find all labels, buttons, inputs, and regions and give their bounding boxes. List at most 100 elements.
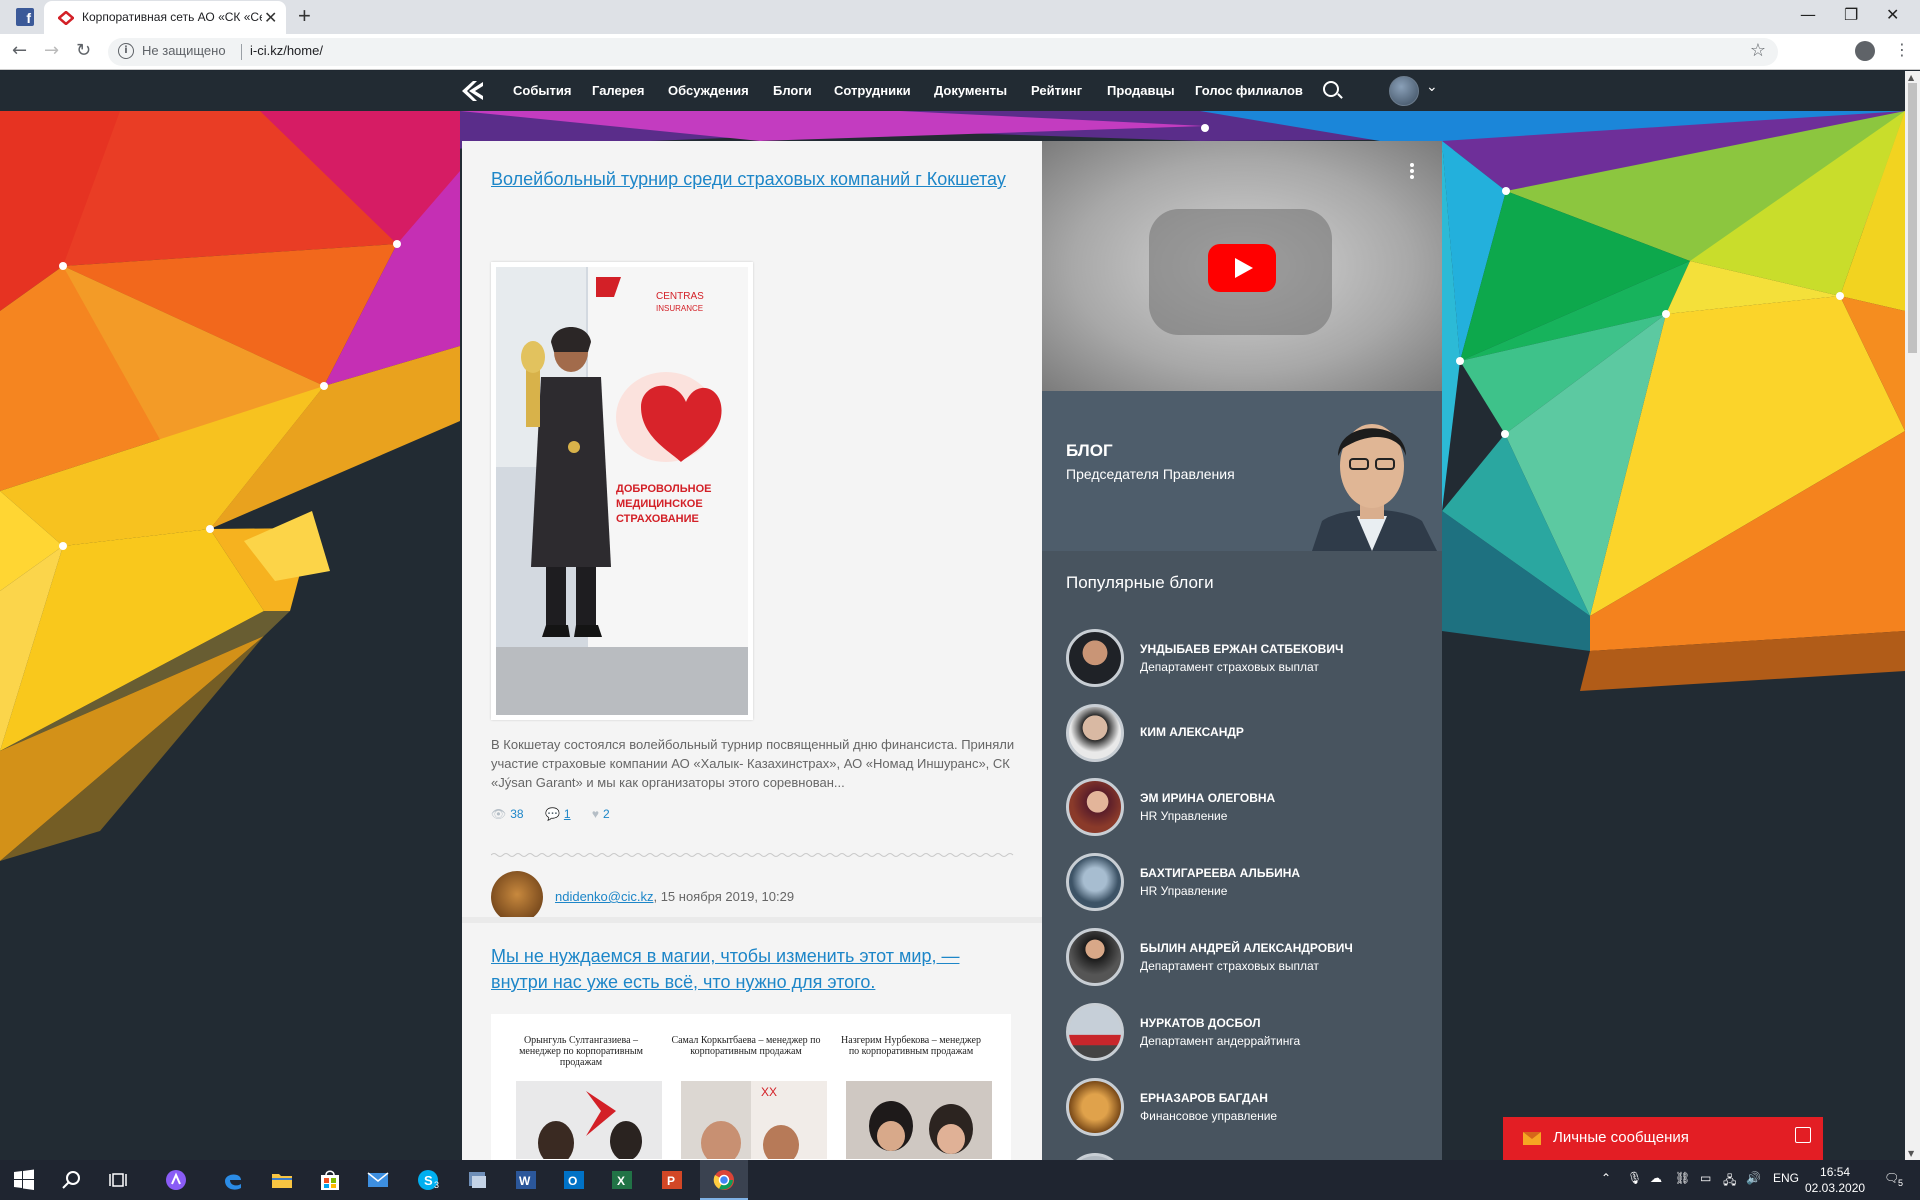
tab-close-icon[interactable]: ✕ xyxy=(264,8,277,27)
network-icon[interactable]: 🖧 xyxy=(1723,1171,1736,1192)
nav-item-branches-voice[interactable]: Голос филиалов xyxy=(1195,83,1303,98)
blogger-avatar[interactable] xyxy=(1066,629,1124,687)
private-messages-bar[interactable]: Личные сообщения xyxy=(1503,1117,1823,1160)
nav-item-events[interactable]: События xyxy=(513,83,571,98)
blogger-avatar[interactable] xyxy=(1066,853,1124,911)
heart-icon[interactable]: ♥ xyxy=(592,807,599,821)
security-label[interactable]: Не защищено xyxy=(142,43,226,58)
word-icon[interactable]: W xyxy=(514,1168,538,1192)
new-tab-button[interactable]: + xyxy=(298,3,311,29)
blogger-name[interactable]: БЫЛИН АНДРЕЙ АЛЕКСАНДРОВИЧ xyxy=(1140,941,1353,955)
chairman-blog-card[interactable]: БЛОГ Председателя Правления xyxy=(1042,391,1442,551)
user-avatar[interactable] xyxy=(1389,76,1419,106)
more-options-icon[interactable] xyxy=(1410,163,1414,179)
post-title-link[interactable]: Волейбольный турнир среди страховых комп… xyxy=(491,166,1021,192)
blogger-avatar[interactable] xyxy=(1066,1078,1124,1136)
search-icon[interactable] xyxy=(1323,81,1339,97)
language-indicator[interactable]: ENG xyxy=(1773,1171,1799,1185)
youtube-embed[interactable] xyxy=(1042,141,1442,391)
info-icon[interactable]: i xyxy=(118,43,134,59)
restore-icon[interactable]: ❐ xyxy=(1844,5,1858,24)
author-email-link[interactable]: ndidenko@cic.kz xyxy=(555,889,653,904)
popular-blog-item[interactable]: КИМ АЛЕКСАНДР xyxy=(1066,704,1436,766)
nav-item-blogs[interactable]: Блоги xyxy=(773,83,812,98)
blogger-name[interactable]: НУРКАТОВ ДОСБОЛ xyxy=(1140,1016,1261,1030)
comments-count[interactable]: 1 xyxy=(564,807,571,821)
popular-blog-item[interactable]: БЫЛИН АНДРЕЙ АЛЕКСАНДРОВИЧ Департамент с… xyxy=(1066,928,1436,990)
task-view-icon[interactable] xyxy=(108,1168,132,1192)
clock-date: 02.03.2020 xyxy=(1805,1181,1866,1195)
forward-icon[interactable]: → xyxy=(44,40,59,61)
outlook-icon[interactable]: O xyxy=(562,1168,586,1192)
omnibox[interactable]: i Не защищено i-ci.kz/home/ ☆ xyxy=(108,38,1778,66)
scrollbar-thumb[interactable] xyxy=(1908,83,1917,353)
popular-blog-item[interactable]: НУРКАТОВ ДОСБОЛ Департамент андеррайтинг… xyxy=(1066,1003,1436,1065)
comments-stat[interactable]: 💬 1 xyxy=(545,807,571,821)
edge-icon[interactable] xyxy=(221,1168,245,1192)
blogger-avatar[interactable] xyxy=(1066,1003,1124,1061)
nav-item-sellers[interactable]: Продавцы xyxy=(1107,83,1175,98)
author-avatar[interactable] xyxy=(491,871,543,923)
close-window-icon[interactable]: ✕ xyxy=(1886,5,1899,24)
chrome-icon[interactable] xyxy=(712,1168,736,1192)
volume-icon[interactable]: 🔊 xyxy=(1746,1171,1761,1185)
popular-blog-item[interactable]: БАХТИГАРЕЕВА АЛЬБИНА HR Управление xyxy=(1066,853,1436,915)
blogger-name[interactable]: БАХТИГАРЕЕВА АЛЬБИНА xyxy=(1140,866,1300,880)
play-icon[interactable] xyxy=(1208,244,1276,292)
likes-stat[interactable]: ♥ 2 xyxy=(592,807,610,821)
nav-item-gallery[interactable]: Галерея xyxy=(592,83,645,98)
app-icon[interactable] xyxy=(466,1168,490,1192)
url-text[interactable]: i-ci.kz/home/ xyxy=(250,43,323,58)
active-tab[interactable]: Корпоративная сеть АО «СК «Ce ✕ xyxy=(44,1,286,34)
blogger-avatar[interactable] xyxy=(1066,778,1124,836)
scroll-up-arrow-icon[interactable]: ▲ xyxy=(1908,73,1914,82)
post-title-link[interactable]: Мы не нуждаемся в магии, чтобы изменить … xyxy=(491,943,1021,995)
blogger-avatar[interactable] xyxy=(1066,704,1124,762)
external-link-icon[interactable] xyxy=(1795,1127,1811,1143)
minimize-icon[interactable]: — xyxy=(1800,5,1816,24)
popular-blog-item[interactable]: ЭМ ИРИНА ОЛЕГОВНА HR Управление xyxy=(1066,778,1436,840)
popular-blog-item[interactable] xyxy=(1066,1153,1436,1160)
nav-item-discussions[interactable]: Обсуждения xyxy=(668,83,749,98)
page-scrollbar[interactable]: ▲ ▼ xyxy=(1905,71,1920,1160)
notification-center-icon[interactable]: 🗨 xyxy=(1884,1171,1899,1185)
file-explorer-icon[interactable] xyxy=(270,1168,294,1192)
reload-icon[interactable]: ↻ xyxy=(76,40,91,61)
browser-menu-icon[interactable]: ⋮ xyxy=(1894,40,1910,59)
bookmark-star-icon[interactable]: ☆ xyxy=(1750,40,1766,61)
chevron-down-icon[interactable]: ⌄ xyxy=(1426,79,1438,95)
blogger-avatar[interactable] xyxy=(1066,1153,1124,1160)
powerpoint-icon[interactable]: P xyxy=(660,1168,684,1192)
svg-text:XX: XX xyxy=(761,1085,777,1099)
post-photo[interactable]: Орынгуль Султангазиева – менеджер по кор… xyxy=(491,1014,1011,1164)
battery-icon[interactable]: ▭ xyxy=(1700,1171,1711,1185)
blogger-name[interactable]: ЕРНАЗАРОВ БАГДАН xyxy=(1140,1091,1268,1105)
store-icon[interactable] xyxy=(318,1168,342,1192)
network-share-icon[interactable]: ⛓ xyxy=(1675,1171,1690,1185)
blogger-name[interactable]: КИМ АЛЕКСАНДР xyxy=(1140,725,1244,739)
blogger-avatar[interactable] xyxy=(1066,928,1124,986)
popular-blog-item[interactable]: ЕРНАЗАРОВ БАГДАН Финансовое управление xyxy=(1066,1078,1436,1140)
popular-blog-item[interactable]: УНДЫБАЕВ ЕРЖАН САТБЕКОВИЧ Департамент ст… xyxy=(1066,629,1436,691)
profile-icon[interactable] xyxy=(1855,41,1875,61)
site-logo-icon[interactable] xyxy=(459,79,487,103)
cortana-alice-icon[interactable] xyxy=(164,1168,188,1192)
back-icon[interactable]: ← xyxy=(12,40,27,61)
mail-icon[interactable] xyxy=(366,1168,390,1192)
private-messages-label[interactable]: Личные сообщения xyxy=(1553,1129,1689,1146)
blogger-name[interactable]: ЭМ ИРИНА ОЛЕГОВНА xyxy=(1140,791,1275,805)
search-icon[interactable] xyxy=(60,1168,84,1192)
windows-start-icon[interactable] xyxy=(12,1168,36,1192)
post-photo[interactable]: CENTRAS INSURANCE ДОБРОВОЛЬНОЕ МЕДИЦИНСК… xyxy=(491,262,753,720)
blogger-name[interactable]: УНДЫБАЕВ ЕРЖАН САТБЕКОВИЧ xyxy=(1140,642,1343,656)
microphone-icon[interactable]: 🎙 xyxy=(1627,1171,1642,1185)
nav-item-documents[interactable]: Документы xyxy=(934,83,1007,98)
system-clock[interactable]: 16:54 02.03.2020 xyxy=(1805,1164,1865,1196)
nav-item-rating[interactable]: Рейтинг xyxy=(1031,83,1082,98)
tray-expand-icon[interactable]: ⌃ xyxy=(1601,1171,1611,1185)
nav-item-employees[interactable]: Сотрудники xyxy=(834,83,911,98)
facebook-pinned-tab[interactable]: f xyxy=(16,8,34,26)
excel-icon[interactable]: X xyxy=(610,1168,634,1192)
scroll-down-arrow-icon[interactable]: ▼ xyxy=(1908,1149,1914,1158)
onedrive-icon[interactable]: ☁ xyxy=(1650,1171,1662,1185)
